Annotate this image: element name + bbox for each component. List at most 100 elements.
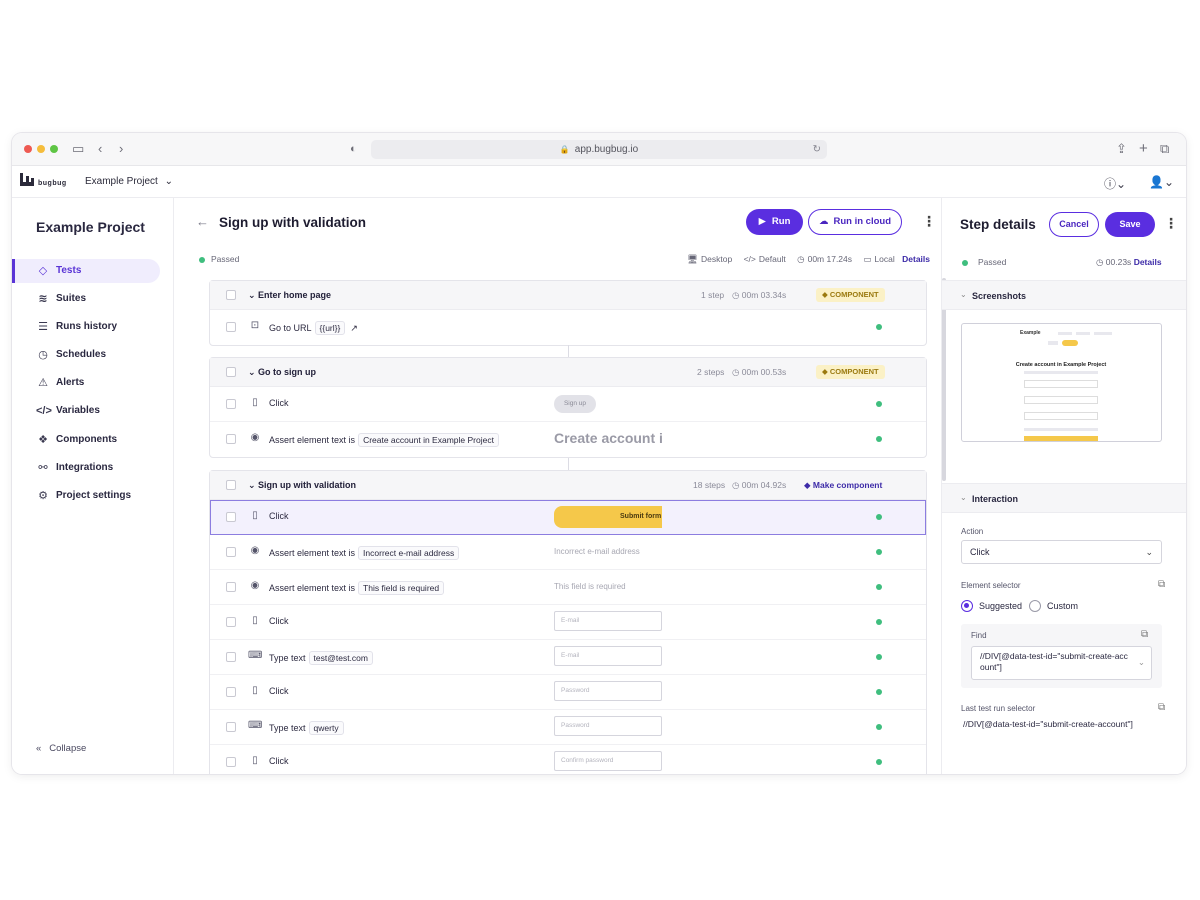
step-row[interactable]: ◉ Assert element text is Create account i… [210, 422, 926, 457]
sidebar-toggle-icon[interactable]: ▭ [72, 141, 84, 157]
step-row-selected[interactable]: ▯ Click Submit form [210, 500, 926, 535]
cancel-button[interactable]: Cancel [1049, 212, 1099, 237]
duration-label: 00m 17.24s [807, 254, 853, 264]
step-row[interactable]: ▯ Click E-mail [210, 605, 926, 640]
element-selector-label: Element selector [961, 581, 1021, 590]
step-checkbox[interactable] [226, 512, 236, 522]
step-passed-dot [876, 654, 882, 660]
minimize-window-button[interactable] [37, 145, 45, 153]
eye-icon: ◉ [250, 432, 260, 443]
step-checkbox[interactable] [226, 547, 236, 557]
browser-window: ▭ ‹ › ◐ 🔒 app.bugbug.io ↻ ⇪ + ⧉ bugbug Ex… [12, 133, 1186, 774]
share-icon[interactable]: ⇪ [1116, 141, 1127, 157]
clock-icon: ◷ [732, 290, 742, 300]
project-selector-label: Example Project [85, 176, 158, 187]
chevron-down-icon: ⌄ [960, 290, 967, 299]
user-menu-icon[interactable]: 👤⌄ [1149, 175, 1174, 189]
new-tab-icon[interactable]: + [1139, 141, 1148, 157]
copy-icon[interactable]: ⧉ [1158, 579, 1165, 590]
more-options-icon[interactable]: ⋮ [1164, 215, 1178, 232]
chevron-down-icon: ⌄ [248, 480, 259, 490]
sidebar-item-variables[interactable]: </> Variables [12, 399, 160, 423]
step-passed-dot [876, 584, 882, 590]
sidebar-item-integrations[interactable]: ⚯ Integrations [12, 456, 160, 480]
step-row[interactable]: ◉ Assert element text is This field is re… [210, 570, 926, 605]
bugbug-logo[interactable]: bugbug [20, 173, 70, 191]
tabs-overview-icon[interactable]: ⧉ [1160, 141, 1169, 157]
step-label: Click [269, 756, 289, 766]
step-passed-dot [876, 514, 882, 520]
step-passed-dot [876, 619, 882, 625]
step-row[interactable]: ⊡ Go to URL {{url}} ↗ [210, 310, 926, 345]
step-checkbox[interactable] [226, 652, 236, 662]
external-link-icon[interactable]: ↗ [350, 323, 358, 333]
custom-radio[interactable] [1029, 600, 1041, 612]
group-checkbox[interactable] [226, 480, 236, 490]
chevron-down-icon: ⌄ [960, 493, 967, 502]
group-checkbox[interactable] [226, 290, 236, 300]
details-link[interactable]: Details [1134, 257, 1162, 267]
gear-icon: ⚙ [38, 490, 48, 502]
step-checkbox[interactable] [226, 687, 236, 697]
sidebar-item-project-settings[interactable]: ⚙ Project settings [12, 484, 160, 508]
run-button[interactable]: ▶ Run [746, 209, 803, 235]
back-icon[interactable]: ‹ [98, 141, 102, 157]
copy-icon[interactable]: ⧉ [1141, 629, 1148, 640]
eye-icon: ◉ [250, 580, 260, 591]
group-title: ⌄ Enter home page [248, 290, 332, 300]
sidebar-item-suites[interactable]: ≋ Suites [12, 287, 160, 311]
shield-icon[interactable]: ◐ [350, 141, 357, 157]
sidebar-item-components[interactable]: ❖ Components [12, 428, 160, 452]
address-bar[interactable]: 🔒 app.bugbug.io ↻ [371, 140, 827, 159]
step-row[interactable]: ▯ Click Sign up [210, 387, 926, 422]
find-selector-input[interactable]: //DIV[@data-test-id="submit-create-accou… [971, 646, 1152, 680]
screenshots-section-header[interactable]: ⌄ Screenshots [942, 280, 1186, 310]
diamond-icon: ◇ [38, 265, 48, 277]
step-row[interactable]: ⌨ Type text test@test.com E-mail [210, 640, 926, 675]
step-row[interactable]: ▯ Click Password [210, 675, 926, 710]
sidebar-project-title: Example Project [36, 219, 145, 235]
make-component-button[interactable]: ◆ Make component [804, 480, 882, 491]
reload-icon[interactable]: ↻ [813, 140, 821, 159]
save-button[interactable]: Save [1105, 212, 1155, 237]
step-checkbox[interactable] [226, 434, 236, 444]
element-preview: Incorrect e-mail address [554, 547, 640, 556]
step-row[interactable]: ⌨ Type text qwerty Password [210, 710, 926, 745]
step-checkbox[interactable] [226, 399, 236, 409]
group-header[interactable]: ⌄ Enter home page 1 step ◷ 00m 03.34s ◆ … [210, 281, 926, 310]
help-icon[interactable]: ⓘ⌄ [1104, 175, 1126, 192]
interaction-section-header[interactable]: ⌄ Interaction [942, 483, 1186, 513]
screenshot-thumbnail[interactable]: Example Create account in Example Projec… [961, 323, 1162, 442]
forward-icon[interactable]: › [119, 141, 123, 157]
close-window-button[interactable] [24, 145, 32, 153]
run-in-cloud-button[interactable]: ☁ Run in cloud [808, 209, 902, 235]
project-selector[interactable]: Example Project ⌄ [85, 176, 173, 187]
collapse-sidebar-button[interactable]: « Collapse [36, 743, 86, 754]
step-checkbox[interactable] [226, 322, 236, 332]
step-checkbox[interactable] [226, 617, 236, 627]
suggested-radio[interactable] [961, 600, 973, 612]
sidebar-item-schedules[interactable]: ◷ Schedules [12, 343, 160, 367]
typed-value-chip: qwerty [308, 721, 344, 735]
sidebar-item-tests[interactable]: ◇ Tests [12, 259, 160, 283]
group-header[interactable]: ⌄ Sign up with validation 18 steps ◷ 00m… [210, 471, 926, 500]
step-checkbox[interactable] [226, 722, 236, 732]
sidebar-item-label: Runs history [56, 321, 118, 332]
step-row[interactable]: ◉ Assert element text is Incorrect e-mail… [210, 535, 926, 570]
step-row[interactable]: ▯ Click Confirm password [210, 745, 926, 774]
step-label: Assert element text is Incorrect e-mail a… [269, 546, 460, 560]
group-checkbox[interactable] [226, 367, 236, 377]
step-checkbox[interactable] [226, 582, 236, 592]
sidebar-item-runs-history[interactable]: ☰ Runs history [12, 315, 160, 339]
action-select[interactable]: Click ⌄ [961, 540, 1162, 564]
logo-text: bugbug [38, 180, 67, 187]
group-header[interactable]: ⌄ Go to sign up 2 steps ◷ 00m 00.53s ◆ C… [210, 358, 926, 387]
details-link[interactable]: Details [902, 254, 930, 264]
step-checkbox[interactable] [226, 757, 236, 767]
maximize-window-button[interactable] [50, 145, 58, 153]
copy-icon[interactable]: ⧉ [1158, 702, 1165, 713]
more-options-icon[interactable]: ⋮ [922, 213, 936, 230]
back-arrow-icon[interactable]: ← [196, 214, 209, 229]
section-title: Interaction [972, 494, 1019, 504]
sidebar-item-alerts[interactable]: ⚠ Alerts [12, 371, 160, 395]
